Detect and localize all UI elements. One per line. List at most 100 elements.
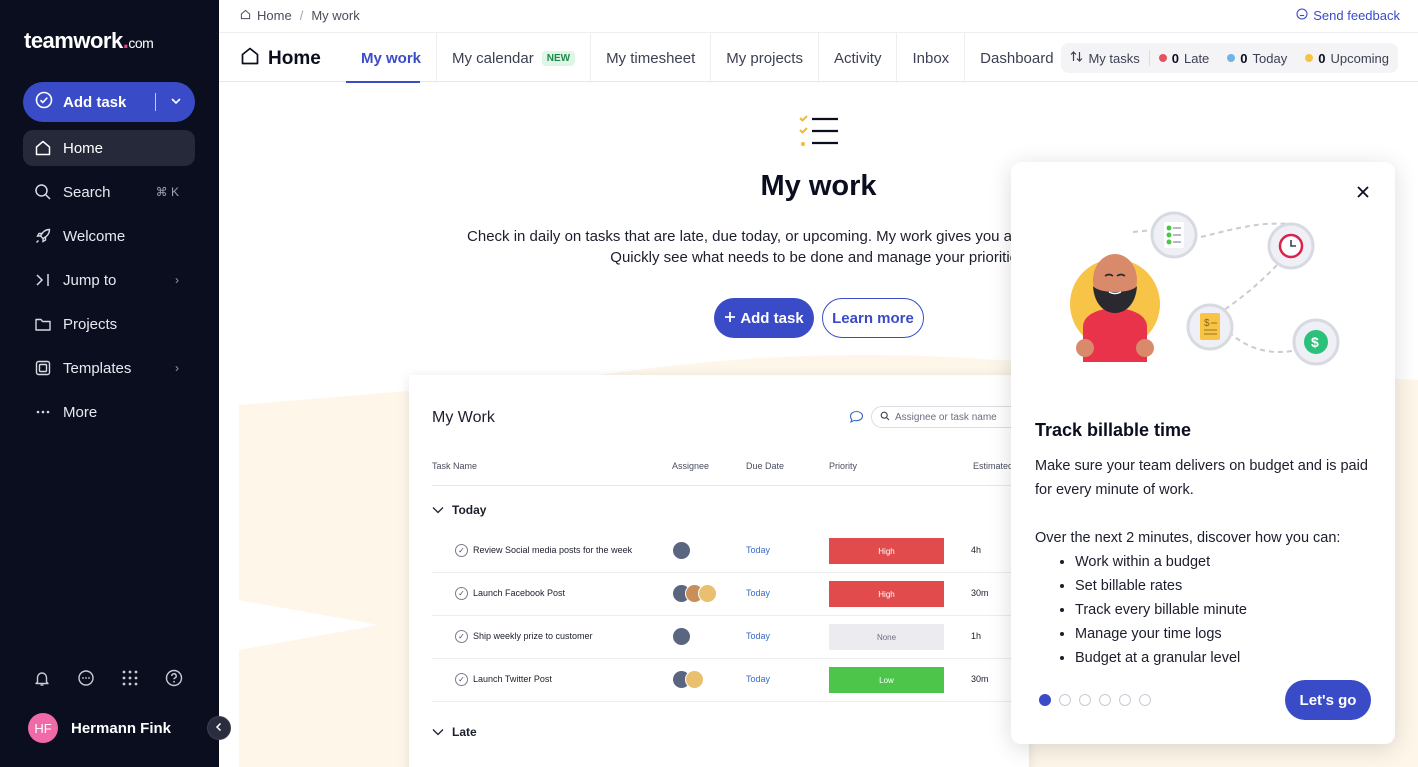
step-dot[interactable]	[1079, 694, 1091, 706]
sidebar-item-more[interactable]: More	[23, 394, 195, 430]
sidebar-item-label: Templates	[63, 359, 132, 377]
sidebar-item-welcome[interactable]: Welcome	[23, 218, 195, 254]
table-row: ✓ Launch Twitter Post Today Low 30m	[432, 659, 1029, 702]
comment-icon	[849, 410, 864, 429]
breadcrumb-home-link[interactable]: Home	[257, 8, 292, 23]
chevron-down-icon[interactable]	[169, 94, 183, 113]
tab-my-projects[interactable]: My projects	[711, 33, 819, 83]
sidebar-item-home[interactable]: Home	[23, 130, 195, 166]
help-icon[interactable]	[164, 668, 184, 688]
chevron-right-icon: ›	[175, 361, 179, 375]
step-dot[interactable]	[1059, 694, 1071, 706]
task-list-icon	[798, 114, 840, 153]
tab-dashboard[interactable]: Dashboard	[965, 33, 1068, 83]
tab-my-timesheet[interactable]: My timesheet	[591, 33, 712, 83]
sidebar-item-label: Search	[63, 183, 111, 201]
task-name: Launch Twitter Post	[473, 674, 552, 684]
avatar	[672, 541, 691, 560]
chevron-down-icon	[432, 503, 444, 517]
table-row: ✓ Review Social media posts for the week…	[432, 530, 1029, 573]
search-shortcut: ⌘ K	[155, 185, 179, 199]
estimate: 1h	[971, 631, 982, 641]
due-date: Today	[746, 545, 771, 555]
priority-badge: High	[829, 581, 944, 607]
new-badge: NEW	[541, 50, 576, 66]
late-count[interactable]: 0 Late	[1150, 51, 1219, 66]
group-header-today: Today	[432, 503, 486, 517]
check-icon: ✓	[455, 630, 468, 643]
tab-activity[interactable]: Activity	[819, 33, 898, 83]
sidebar: teamwork.com Add task Home Search ⌘ K We…	[0, 0, 219, 767]
sidebar-item-search[interactable]: Search ⌘ K	[23, 174, 195, 210]
add-task-label: Add task	[740, 309, 804, 327]
collapse-sidebar-button[interactable]	[207, 716, 231, 740]
list-item: Track every billable minute	[1075, 598, 1375, 622]
logo-suffix: com	[128, 35, 154, 51]
sidebar-item-label: More	[63, 403, 98, 421]
today-label: Today	[1252, 50, 1288, 66]
check-circle-icon	[35, 91, 53, 114]
svg-text:$: $	[1204, 318, 1210, 329]
billable-time-illustration: $ $	[1070, 211, 1340, 366]
lets-go-button[interactable]: Let's go	[1285, 680, 1371, 720]
send-feedback-link[interactable]: Send feedback	[1296, 8, 1400, 23]
task-name: Ship weekly prize to customer	[473, 631, 593, 641]
my-work-preview-card: My Work Assignee or task name Task Name …	[409, 375, 1029, 767]
list-item: Work within a budget	[1075, 550, 1375, 574]
sidebar-item-jump-to[interactable]: Jump to ›	[23, 262, 195, 298]
check-icon: ✓	[455, 587, 468, 600]
today-count[interactable]: 0 Today	[1218, 51, 1296, 66]
step-dot[interactable]	[1099, 694, 1111, 706]
tab-label: Activity	[833, 49, 882, 67]
tab-label: Inbox	[912, 49, 950, 67]
group-label: Late	[452, 725, 477, 739]
tab-inbox[interactable]: Inbox	[897, 33, 966, 83]
step-dot[interactable]	[1139, 694, 1151, 706]
due-date: Today	[746, 588, 771, 598]
sidebar-item-label: Jump to	[63, 271, 117, 289]
step-dot[interactable]	[1039, 694, 1051, 706]
tour-body: Make sure your team delivers on budget a…	[1035, 454, 1375, 670]
rocket-icon	[33, 226, 53, 246]
feedback-icon	[1296, 8, 1308, 23]
plus-icon	[724, 310, 736, 327]
apps-grid-icon[interactable]	[120, 668, 140, 688]
teamwork-logo[interactable]: teamwork.com	[24, 28, 154, 54]
learn-more-button[interactable]: Learn more	[822, 298, 924, 338]
table-row: ✓ Ship weekly prize to customer Today No…	[432, 616, 1029, 659]
sidebar-item-projects[interactable]: Projects	[23, 306, 195, 342]
close-button[interactable]	[1353, 184, 1373, 204]
list-item: Manage your time logs	[1075, 622, 1375, 646]
estimate: 4h	[971, 545, 982, 555]
group-label: Today	[452, 503, 487, 517]
breadcrumb-separator: /	[299, 8, 304, 23]
tour-step-indicator	[1039, 694, 1151, 706]
due-date: Today	[746, 631, 771, 641]
tab-my-calendar[interactable]: My calendar NEW	[437, 33, 592, 83]
upcoming-count[interactable]: 0 Upcoming	[1296, 51, 1398, 66]
list-item: Budget at a granular level	[1075, 646, 1375, 670]
add-task-button[interactable]: Add task	[23, 82, 195, 122]
estimate: 30m	[971, 674, 989, 684]
group-header-late: Late	[432, 725, 477, 739]
tab-my-work[interactable]: My work	[346, 33, 438, 83]
bell-icon[interactable]	[32, 668, 52, 688]
send-feedback-label: Send feedback	[1313, 8, 1400, 23]
check-icon: ✓	[455, 544, 468, 557]
avatar	[685, 670, 704, 689]
column-header: Task Name	[432, 461, 478, 471]
sidebar-item-templates[interactable]: Templates ›	[23, 350, 195, 386]
step-dot[interactable]	[1119, 694, 1131, 706]
chat-icon[interactable]	[76, 668, 96, 688]
avatar	[698, 584, 717, 603]
column-header: Assignee	[672, 461, 710, 471]
search-icon	[33, 182, 53, 202]
today-dot	[1227, 54, 1236, 62]
tab-label: My timesheet	[606, 49, 696, 67]
folder-icon	[33, 314, 53, 334]
more-icon	[33, 402, 53, 422]
upcoming-count-value: 0	[1318, 50, 1326, 66]
user-profile[interactable]: HF Hermann Fink	[28, 713, 171, 743]
my-tasks-filter[interactable]: My tasks	[1061, 50, 1150, 66]
add-task-button[interactable]: Add task	[714, 298, 814, 338]
